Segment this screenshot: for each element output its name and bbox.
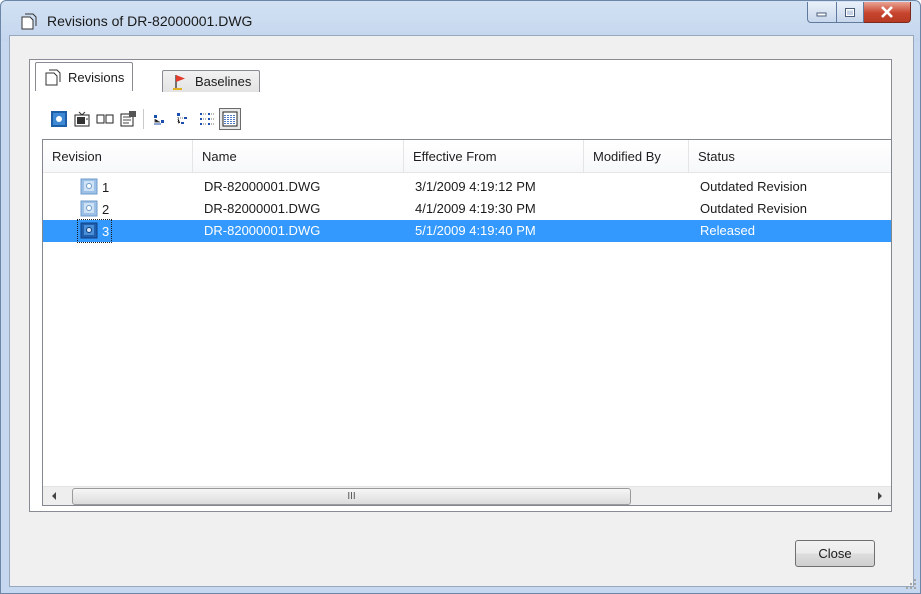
view-icon — [51, 111, 67, 127]
revision-number: 1 — [102, 179, 110, 195]
tv-button[interactable] — [71, 108, 93, 130]
list-view-icon — [222, 111, 238, 127]
column-header-status[interactable]: Status — [689, 140, 891, 172]
status-cell: Outdated Revision — [700, 201, 807, 216]
revisions-list[interactable]: Revision Name Effective From Modified By… — [42, 139, 892, 506]
name-cell: DR-82000001.DWG — [204, 201, 321, 216]
revision-cell: 1 — [78, 176, 111, 198]
scroll-right-button[interactable] — [871, 487, 889, 505]
effective-from-cell: 3/1/2009 4:19:12 PM — [415, 179, 536, 194]
window-title: Revisions of DR-82000001.DWG — [47, 13, 253, 29]
minimize-button[interactable] — [807, 2, 837, 23]
flag-icon — [173, 74, 185, 90]
close-window-button[interactable] — [864, 2, 911, 23]
status-cell: Outdated Revision — [700, 179, 807, 194]
title-bar[interactable]: Revisions of DR-82000001.DWG — [1, 1, 920, 35]
name-cell: DR-82000001.DWG — [204, 223, 321, 238]
tree-expanded-button[interactable] — [173, 108, 195, 130]
tv-icon — [74, 111, 90, 127]
status-cell: Released — [700, 223, 755, 238]
name-cell: DR-82000001.DWG — [204, 179, 321, 194]
properties-icon — [120, 111, 136, 127]
revision-file-icon — [80, 178, 98, 195]
tab-baselines-label: Baselines — [195, 74, 252, 89]
revision-cell: 3 — [76, 219, 113, 243]
list-view-button[interactable] — [219, 108, 241, 130]
tree-collapsed-icon — [154, 115, 164, 125]
horizontal-scrollbar[interactable]: III — [43, 486, 891, 505]
scroll-left-button[interactable] — [45, 487, 63, 505]
details-view-button[interactable] — [196, 108, 218, 130]
revision-file-icon — [80, 200, 98, 217]
arrow-left-icon — [52, 492, 56, 500]
column-header-name[interactable]: Name — [193, 140, 404, 172]
table-row-selected[interactable]: 3 DR-82000001.DWG 5/1/2009 4:19:40 PM Re… — [43, 219, 891, 243]
maximize-button[interactable] — [837, 2, 864, 23]
revision-number: 3 — [102, 223, 110, 239]
scrollbar-grip: III — [347, 491, 356, 502]
effective-from-cell: 5/1/2009 4:19:40 PM — [415, 223, 536, 238]
columns-button[interactable] — [94, 108, 116, 130]
table-row[interactable]: 1 DR-82000001.DWG 3/1/2009 4:19:12 PM Ou… — [43, 176, 891, 198]
tree-expanded-icon — [177, 113, 187, 124]
maximize-icon — [845, 7, 855, 17]
view-button[interactable] — [48, 108, 70, 130]
revision-file-icon — [80, 222, 98, 239]
document-icon — [45, 69, 61, 86]
column-header-modified-by[interactable]: Modified By — [584, 140, 689, 172]
revision-cell: 2 — [78, 198, 111, 220]
close-icon — [881, 6, 893, 18]
column-header-effective-from[interactable]: Effective From — [404, 140, 584, 172]
minimize-icon — [816, 12, 827, 17]
effective-from-cell: 4/1/2009 4:19:30 PM — [415, 201, 536, 216]
details-view-icon — [200, 113, 214, 125]
tab-revisions-label: Revisions — [68, 69, 125, 85]
tree-collapsed-button[interactable] — [150, 108, 172, 130]
revision-number: 2 — [102, 201, 110, 217]
table-row[interactable]: 2 DR-82000001.DWG 4/1/2009 4:19:30 PM Ou… — [43, 198, 891, 220]
arrow-right-icon — [878, 492, 882, 500]
close-button[interactable]: Close — [795, 540, 875, 567]
tab-baselines[interactable]: Baselines — [162, 70, 261, 92]
scrollbar-thumb[interactable]: III — [72, 488, 631, 505]
properties-button[interactable] — [117, 108, 139, 130]
list-header: Revision Name Effective From Modified By… — [43, 140, 891, 173]
column-header-revision[interactable]: Revision — [43, 140, 193, 172]
document-icon — [21, 13, 37, 30]
toolbar-separator — [143, 109, 144, 129]
toolbar — [48, 107, 242, 131]
tab-revisions[interactable]: Revisions — [35, 62, 134, 91]
resize-grip-icon[interactable] — [905, 578, 917, 590]
columns-icon — [96, 114, 114, 124]
